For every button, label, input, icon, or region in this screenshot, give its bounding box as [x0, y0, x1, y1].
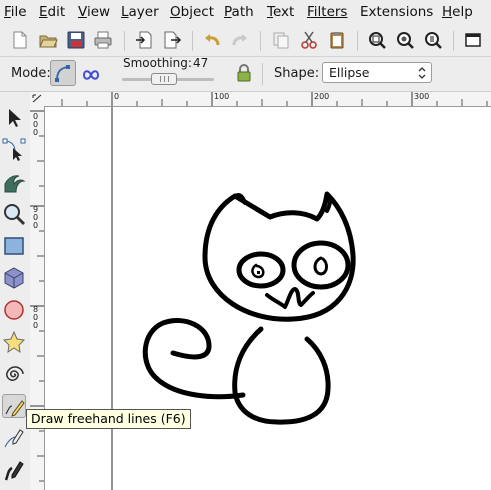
menu-view-mnemonic: V	[78, 4, 87, 20]
menu-object[interactable]: Object	[170, 4, 214, 20]
menu-bar: File Edit View Layer Object Path Text Fi…	[0, 0, 491, 24]
menu-edit-mnemonic: E	[39, 4, 48, 20]
spiral-icon[interactable]	[2, 362, 26, 386]
menu-file[interactable]: File	[4, 4, 27, 20]
select-arrows-icon	[417, 65, 427, 85]
open-icon[interactable]	[37, 29, 59, 51]
mode-regular-bezier-button[interactable]	[50, 60, 76, 86]
shape-select-value: Ellipse	[329, 65, 370, 80]
selector-icon[interactable]	[2, 106, 26, 130]
print-icon[interactable]	[92, 29, 114, 51]
menu-text-label: ext	[272, 4, 295, 20]
toolbar-separator	[192, 31, 193, 51]
menu-extensions-label: Extensions	[360, 4, 434, 20]
redo-icon[interactable]	[229, 29, 251, 51]
pen-icon[interactable]	[2, 426, 26, 450]
menu-help[interactable]: Help	[442, 4, 473, 20]
smoothing-slider-thumb[interactable]	[151, 73, 177, 85]
import-icon[interactable]	[133, 29, 155, 51]
menu-layer-mnemonic: L	[121, 4, 129, 20]
horizontal-ruler[interactable]: 0 100 200 300	[44, 92, 491, 107]
cat-right-eye	[291, 240, 351, 290]
toolbar-separator	[124, 31, 125, 51]
duplicate-icon[interactable]	[270, 29, 292, 51]
3d-box-icon[interactable]	[2, 266, 26, 290]
vruler-label-top: 0 0 0	[33, 112, 39, 137]
new-document-icon[interactable]	[9, 29, 31, 51]
zoom-selection-icon[interactable]	[366, 29, 388, 51]
mode-label: Mode:	[11, 66, 51, 81]
cat-eye-highlight	[257, 271, 260, 274]
cat-body	[232, 326, 331, 425]
lock-icon[interactable]	[234, 62, 254, 84]
menu-object-mnemonic: O	[170, 4, 181, 20]
window-icon[interactable]	[462, 29, 484, 51]
star-icon[interactable]	[2, 330, 26, 354]
menu-text[interactable]: Text	[267, 4, 294, 20]
ellipse-icon[interactable]	[2, 298, 26, 322]
cat-mouth	[265, 287, 315, 309]
menu-path-label: ath	[231, 4, 254, 20]
zoom-icon[interactable]	[2, 202, 26, 226]
ruler-label-0: 0	[114, 92, 120, 101]
menu-view[interactable]: View	[78, 4, 110, 20]
undo-icon[interactable]	[201, 29, 223, 51]
cat-tail	[142, 318, 246, 400]
calligraphy-icon[interactable]	[2, 458, 26, 482]
menu-filters[interactable]: Filters	[307, 4, 347, 20]
vertical-ruler[interactable]: 0 0 0 9 0 0 8 0 0	[30, 106, 45, 490]
cut-icon[interactable]	[298, 29, 320, 51]
toolbar-separator	[357, 31, 358, 51]
ruler-label-300: 300	[414, 92, 430, 101]
cat-drawing	[111, 107, 356, 490]
zoom-drawing-icon[interactable]	[394, 29, 416, 51]
shape-select[interactable]: Ellipse	[322, 62, 432, 83]
vruler-label-800: 8 0 0	[33, 305, 39, 330]
menu-extensions[interactable]: Extensions	[360, 4, 433, 20]
smoothing-value: 47	[193, 56, 209, 70]
menu-file-mnemonic: F	[4, 4, 11, 20]
menu-filters-label: Filters	[307, 4, 348, 20]
menu-object-label: bject	[180, 4, 214, 20]
vruler-label-900: 9 0 0	[33, 205, 39, 230]
ruler-corner	[30, 92, 45, 107]
commands-toolbar	[0, 25, 491, 57]
menu-help-label: elp	[452, 4, 473, 20]
rectangle-icon[interactable]	[2, 234, 26, 258]
menu-view-label: iew	[86, 4, 111, 20]
menu-layer-label: ayer	[128, 4, 159, 20]
cat-head	[202, 191, 356, 322]
export-icon[interactable]	[161, 29, 183, 51]
drawing-canvas[interactable]	[45, 107, 491, 490]
menu-edit[interactable]: Edit	[39, 4, 65, 20]
shape-label: Shape:	[274, 66, 320, 81]
spiro-mode-icon	[83, 70, 100, 80]
toolbar-separator	[260, 31, 261, 51]
tweak-icon[interactable]	[2, 170, 26, 194]
menu-path[interactable]: Path	[224, 4, 254, 20]
ruler-corner-icon	[32, 94, 42, 103]
tooltip: Draw freehand lines (F6)	[26, 409, 191, 429]
controls-separator	[262, 63, 263, 85]
menu-help-mnemonic: H	[442, 4, 453, 20]
menu-file-label: ile	[10, 4, 27, 20]
menu-path-mnemonic: P	[224, 4, 232, 20]
ruler-label-100: 100	[214, 92, 230, 101]
zoom-page-icon[interactable]	[422, 29, 444, 51]
save-icon[interactable]	[65, 29, 87, 51]
menu-layer[interactable]: Layer	[121, 4, 159, 20]
mode-spiro-button[interactable]	[80, 61, 104, 85]
pencil-icon[interactable]	[2, 394, 26, 418]
paste-icon[interactable]	[326, 29, 348, 51]
smoothing-label: Smoothing:	[123, 56, 192, 70]
cat-left-eye	[236, 251, 286, 289]
ruler-label-200: 200	[314, 92, 330, 101]
node-icon[interactable]	[2, 138, 26, 162]
bezier-mode-icon	[55, 65, 70, 82]
toolbox	[0, 92, 28, 490]
menu-edit-label: dit	[47, 4, 66, 20]
cat-right-pupil	[313, 256, 328, 276]
vertical-ruler-ticks	[30, 110, 44, 482]
toolbar-separator	[453, 31, 454, 51]
